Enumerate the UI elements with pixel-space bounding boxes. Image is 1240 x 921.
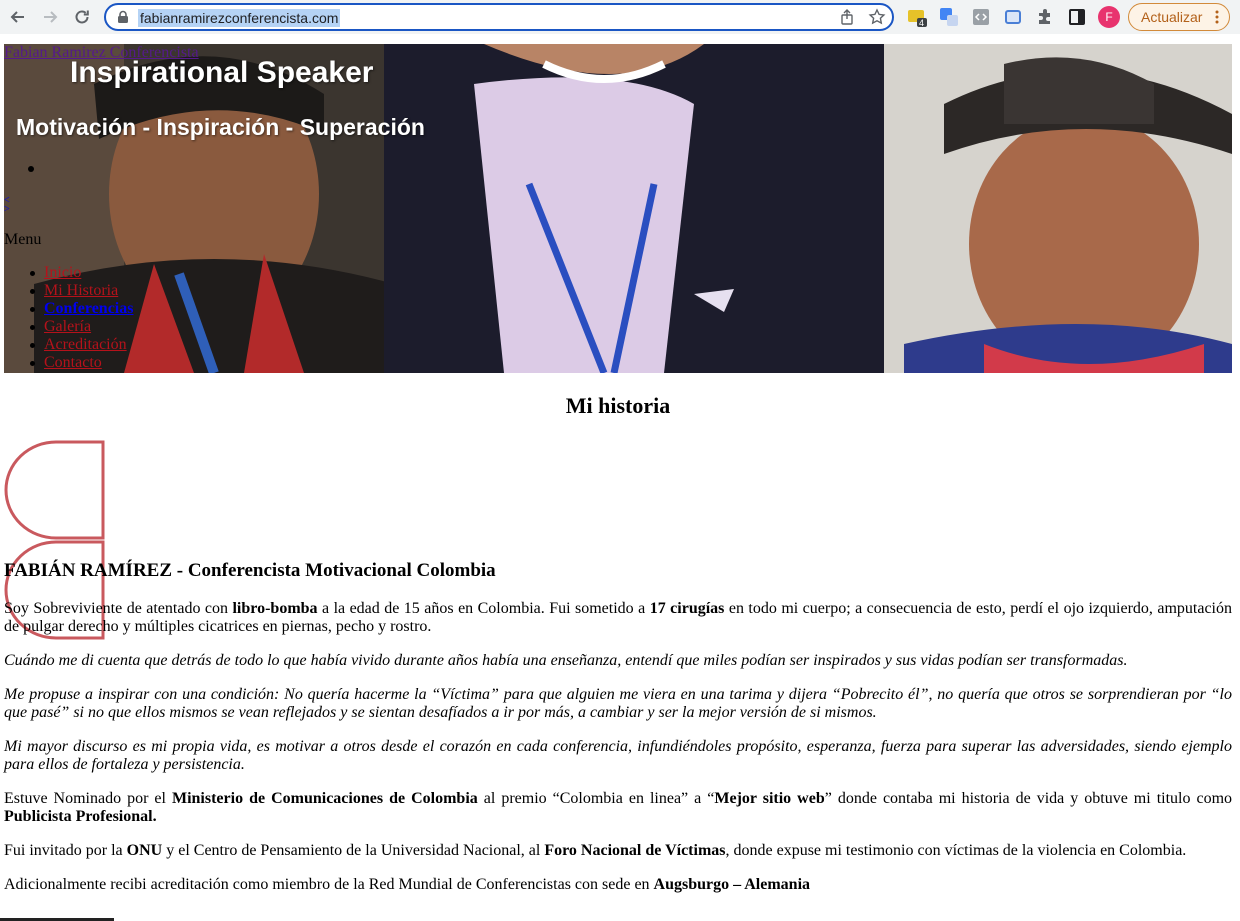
bold-text: ONU — [126, 842, 163, 859]
bold-text: Mejor sitio web — [714, 790, 825, 807]
profile-avatar[interactable]: F — [1098, 6, 1120, 28]
extensions-puzzle-icon[interactable] — [1035, 7, 1055, 27]
slider-bullet — [28, 166, 34, 172]
bold-text: Foro Nacional de Víctimas — [544, 842, 726, 859]
paragraph-discourse: Mi mayor discurso es mi propia vida, es … — [4, 738, 1232, 773]
text-span: a la edad de 15 años en Colombia. Fui so… — [317, 600, 650, 617]
hero-subtitle: Motivación - Inspiración - Superación — [16, 114, 425, 140]
side-panel-icon[interactable] — [1067, 7, 1087, 27]
paragraph-intro: Soy Sobreviviente de atentado con libro-… — [4, 600, 1232, 636]
address-bar[interactable]: fabianramirezconferencista.com — [104, 3, 894, 31]
lock-icon — [118, 10, 128, 23]
text-span: Fui invitado por la — [4, 842, 127, 859]
page-title: Mi historia — [565, 393, 671, 418]
bold-text: Publicista Profesional. — [4, 808, 157, 825]
text-span: y el Centro de Pensamiento de la Univers… — [162, 842, 545, 859]
section-heading: FABIÁN RAMÍREZ - Conferencista Motivacio… — [4, 560, 496, 581]
menu-item-inicio: Inicio — [29, 264, 133, 282]
paragraph-accreditation: Adicionalmente recibi acreditación como … — [4, 876, 1232, 894]
text-span: Estuve Nominado por el — [4, 790, 172, 807]
menu-item-contacto: Contacto — [29, 354, 133, 372]
text-span: , donde expuse mi testimonio con víctima… — [725, 842, 1187, 859]
slider-next-link[interactable]: > — [4, 205, 10, 215]
bold-text: Augsburgo – Alemania — [653, 876, 811, 893]
menu-label[interactable]: Menu — [4, 231, 41, 249]
update-button[interactable]: Actualizar — [1128, 3, 1230, 31]
bold-text: Ministerio de Comunicaciones de Colombia — [171, 790, 478, 807]
menu-link-acreditacion[interactable]: Acreditación — [44, 336, 127, 353]
url-text[interactable]: fabianramirezconferencista.com — [138, 9, 341, 27]
hero-photo — [4, 44, 1232, 373]
slider-controls: < > — [4, 196, 10, 215]
reload-icon[interactable] — [69, 4, 95, 30]
menu-link-historia[interactable]: Mi Historia — [44, 282, 118, 299]
more-menu-icon[interactable] — [1215, 10, 1219, 24]
bold-text: libro-bomba — [232, 600, 318, 617]
menu-item-conferencias: Conferencias — [29, 300, 133, 318]
menu-item-acreditacion: Acreditación — [29, 336, 133, 354]
text-span: ” donde contaba mi historia de vida y ob… — [824, 790, 1233, 807]
menu-link-galeria[interactable]: Galería — [44, 318, 91, 335]
back-icon[interactable] — [5, 4, 31, 30]
text-span: al premio “Colombia en linea” a “ — [477, 790, 715, 807]
menu-link-contacto[interactable]: Contacto — [44, 354, 102, 371]
menu-link-conferencias[interactable]: Conferencias — [44, 300, 133, 317]
menu-item-galeria: Galería — [29, 318, 133, 336]
paragraph-realization: Cuándo me di cuenta que detrás de todo l… — [4, 652, 1128, 669]
text-span: Soy Sobreviviente de atentado con — [4, 600, 233, 617]
bookmark-star-icon[interactable] — [868, 8, 886, 26]
paragraph-nomination: Estuve Nominado por el Ministerio de Com… — [4, 790, 1232, 826]
hero-banner-image — [4, 44, 1232, 373]
extension-box-icon[interactable] — [1003, 7, 1023, 27]
text-span: Adicionalmente recibi acreditación como … — [4, 876, 654, 893]
update-button-label: Actualizar — [1141, 9, 1203, 25]
share-icon[interactable] — [839, 9, 855, 25]
paragraph-condition: Me propuse a inspirar con una condición:… — [4, 686, 1232, 721]
forward-icon[interactable] — [37, 4, 63, 30]
paragraph-onu: Fui invitado por la ONU y el Centro de P… — [4, 842, 1232, 860]
code-viewer-icon[interactable] — [971, 7, 991, 27]
main-menu: Inicio Mi Historia Conferencias Galería … — [29, 264, 133, 372]
browser-toolbar: fabianramirezconferencista.com 4 F Actua… — [0, 0, 1240, 34]
bold-text: 17 cirugías — [649, 600, 725, 617]
menu-item-historia: Mi Historia — [29, 282, 133, 300]
extension-badge: 4 — [919, 18, 925, 28]
translate-icon[interactable] — [939, 7, 959, 27]
menu-link-inicio[interactable]: Inicio — [44, 264, 81, 281]
hero-title: Inspirational Speaker — [70, 56, 374, 89]
